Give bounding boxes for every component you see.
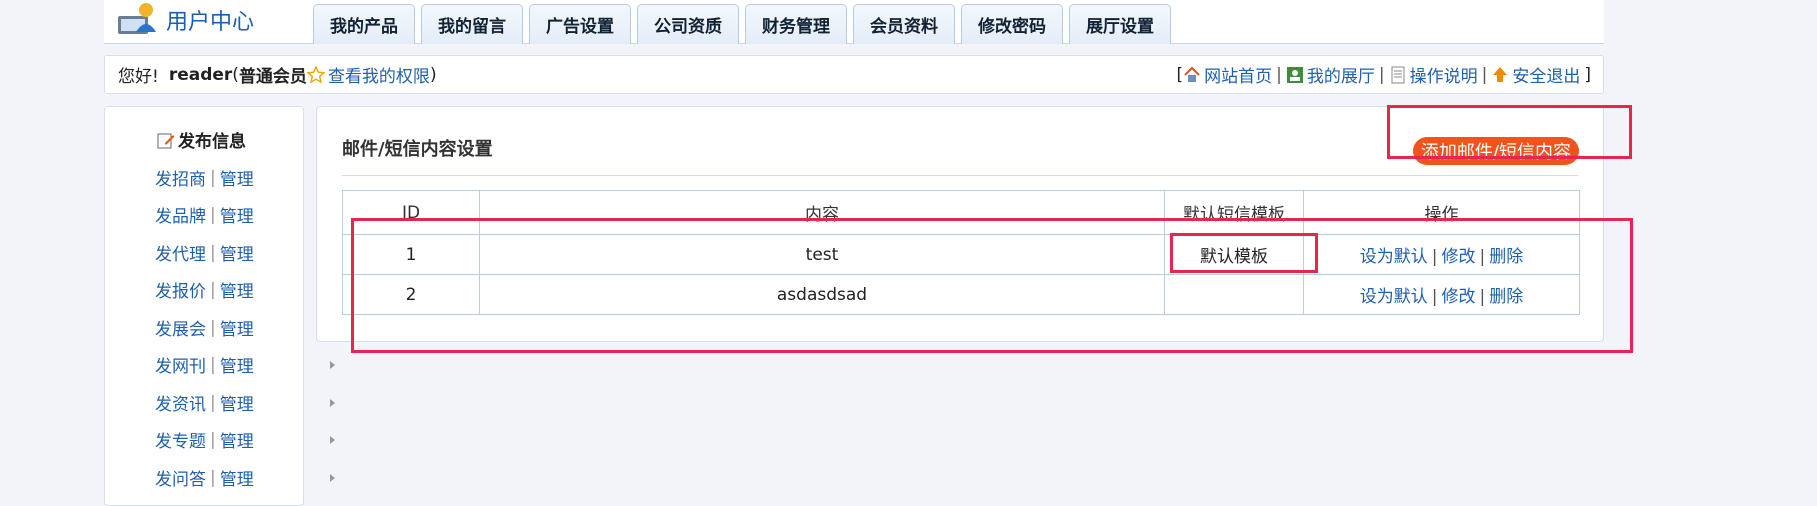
manage-link[interactable]: 管理 xyxy=(220,202,254,227)
arrow-right-icon xyxy=(330,473,335,482)
tab-finance[interactable]: 财务管理 xyxy=(745,4,847,44)
member-level: 普通会员 xyxy=(238,67,307,87)
highlight-box-default-template xyxy=(1170,233,1318,273)
manage-link[interactable]: 管理 xyxy=(220,352,254,377)
publish-link[interactable]: 发代理 xyxy=(155,240,206,265)
highlight-box-table-rows xyxy=(351,218,1633,353)
my-showroom-link[interactable]: 我的展厅 xyxy=(1307,62,1375,87)
tab-my-messages[interactable]: 我的留言 xyxy=(421,4,523,44)
sidebar-item-quotes: 发报价 | 管理 xyxy=(155,277,335,302)
home-icon xyxy=(1183,66,1201,84)
publish-link[interactable]: 发专题 xyxy=(155,427,206,452)
manage-link[interactable]: 管理 xyxy=(220,390,254,415)
sidebar-item-merchants: 发招商 | 管理 xyxy=(155,165,335,190)
arrow-right-icon xyxy=(330,360,335,369)
manage-link[interactable]: 管理 xyxy=(220,240,254,265)
sidebar-item-agents: 发代理 | 管理 xyxy=(155,240,335,265)
publish-link[interactable]: 发品牌 xyxy=(155,202,206,227)
highlight-box-add-button xyxy=(1387,105,1632,159)
sidebar-item-qa: 发问答 | 管理 xyxy=(155,465,335,490)
publish-link[interactable]: 发报价 xyxy=(155,277,206,302)
sidebar: 发布信息 发招商 | 管理 发品牌 | 管理 发代理 | 管理 发报价 | 管理 发展会 | 管理 … xyxy=(104,106,335,506)
document-icon xyxy=(1389,66,1407,84)
publish-link[interactable]: 发网刊 xyxy=(155,352,206,377)
sidebar-title: 发布信息 xyxy=(157,127,246,152)
sidebar-item-topics: 发专题 | 管理 xyxy=(155,427,335,452)
paren-close: ) xyxy=(429,64,437,85)
sidebar-title-text: 发布信息 xyxy=(178,132,246,152)
sidebar-item-ejournals: 发网刊 | 管理 xyxy=(155,352,335,377)
greeting-text: 您好! xyxy=(118,67,159,87)
tab-member-profile[interactable]: 会员资料 xyxy=(853,4,955,44)
bracket-open: [ xyxy=(1176,64,1184,85)
user-center-icon xyxy=(114,2,162,38)
manage-link[interactable]: 管理 xyxy=(220,277,254,302)
user-info-bar: 您好! reader ( 普通会员 查看我的权限 ) [ 网站首页 | 我的展厅… xyxy=(104,55,1604,94)
manage-link[interactable]: 管理 xyxy=(220,315,254,340)
main-tabs: 我的产品 我的留言 广告设置 公司资质 财务管理 会员资料 修改密码 展厅设置 xyxy=(313,4,1177,44)
divider xyxy=(342,175,1578,176)
manage-link[interactable]: 管理 xyxy=(220,465,254,490)
help-link[interactable]: 操作说明 xyxy=(1410,62,1478,87)
site-home-link[interactable]: 网站首页 xyxy=(1204,62,1272,87)
manage-link[interactable]: 管理 xyxy=(220,427,254,452)
publish-link[interactable]: 发资讯 xyxy=(155,390,206,415)
tab-change-password[interactable]: 修改密码 xyxy=(961,4,1063,44)
bracket-close: ] xyxy=(1584,64,1591,85)
publish-link[interactable]: 发问答 xyxy=(155,465,206,490)
top-header: 用户中心 我的产品 我的留言 广告设置 公司资质 财务管理 会员资料 修改密码 … xyxy=(104,0,1604,44)
sidebar-item-exhibitions: 发展会 | 管理 xyxy=(155,315,335,340)
paren-open: ( xyxy=(232,64,239,85)
star-icon xyxy=(306,64,326,84)
view-permissions-link[interactable]: 查看我的权限 xyxy=(328,62,430,87)
publish-link[interactable]: 发招商 xyxy=(155,165,206,190)
sidebar-item-brands: 发品牌 | 管理 xyxy=(155,202,335,227)
edit-icon xyxy=(157,131,175,149)
logout-arrow-icon xyxy=(1491,66,1509,84)
manage-link[interactable]: 管理 xyxy=(220,165,254,190)
sidebar-item-news: 发资讯 | 管理 xyxy=(155,390,335,415)
logout-link[interactable]: 安全退出 xyxy=(1512,62,1580,87)
page-title: 邮件/短信内容设置 xyxy=(342,139,493,160)
showroom-icon xyxy=(1286,66,1304,84)
site-logo[interactable]: 用户中心 xyxy=(114,0,254,40)
tab-showroom-settings[interactable]: 展厅设置 xyxy=(1069,4,1171,44)
tab-company-qualification[interactable]: 公司资质 xyxy=(637,4,739,44)
logo-text: 用户中心 xyxy=(166,10,255,35)
tab-ad-settings[interactable]: 广告设置 xyxy=(529,4,631,44)
tab-my-products[interactable]: 我的产品 xyxy=(313,4,415,44)
arrow-right-icon xyxy=(330,398,335,407)
username: reader xyxy=(168,64,233,85)
arrow-right-icon xyxy=(330,435,335,444)
publish-link[interactable]: 发展会 xyxy=(155,315,206,340)
